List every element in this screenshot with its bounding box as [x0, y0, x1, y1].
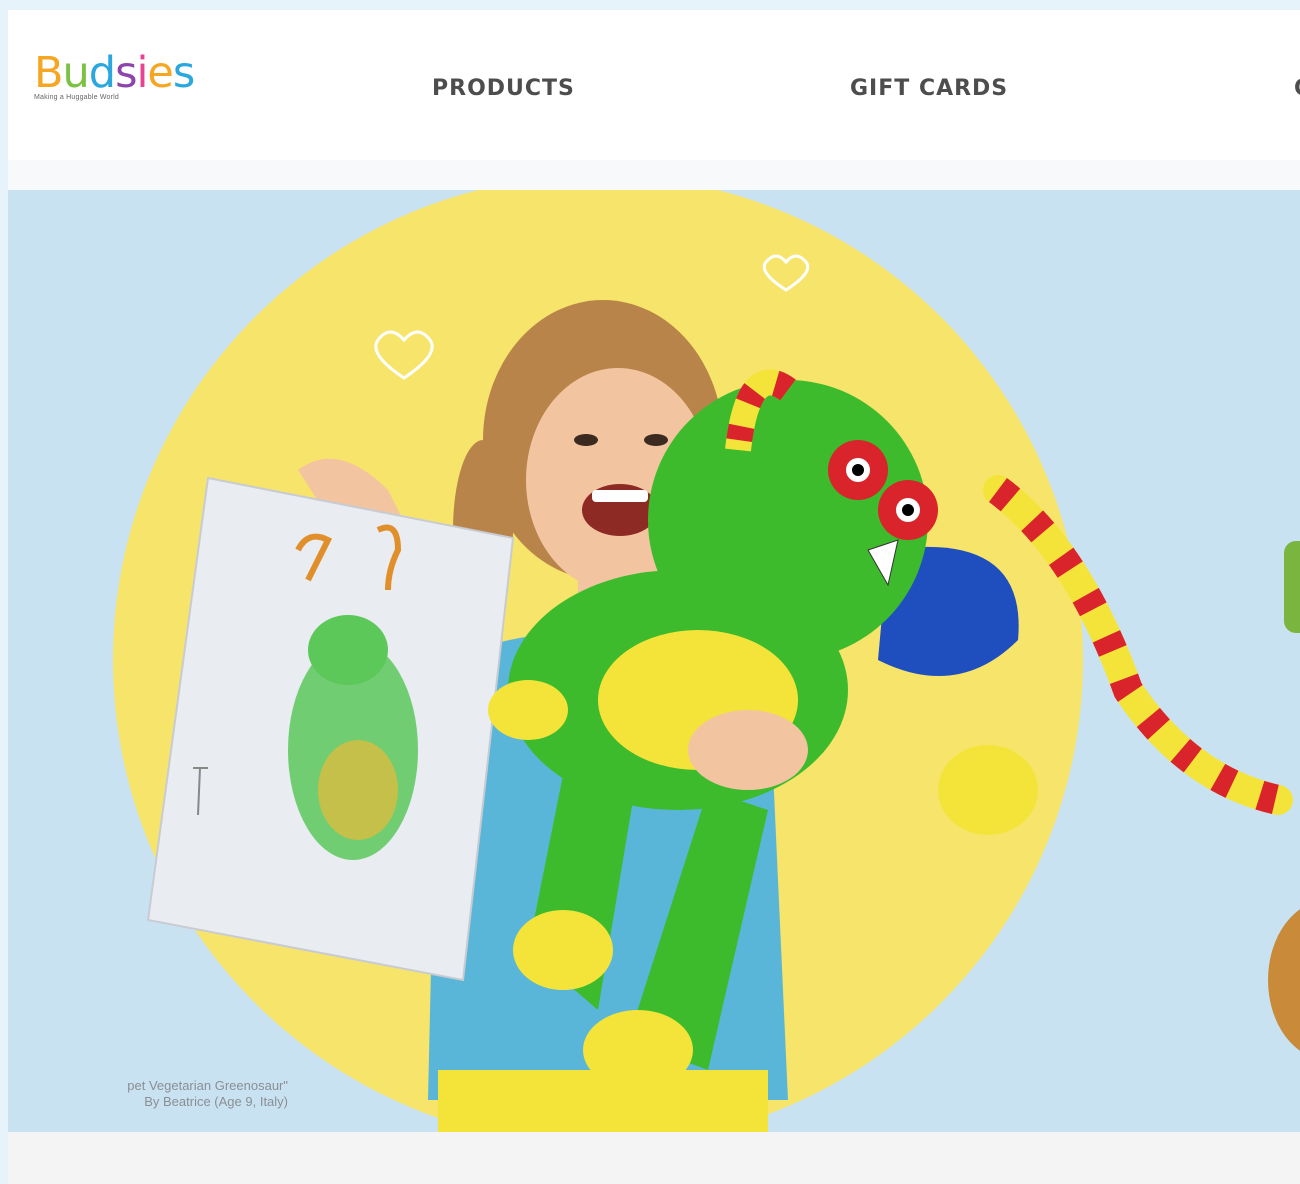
- nav-gift-cards[interactable]: GIFT CARDS: [850, 76, 1008, 101]
- girl-hand-right: [688, 710, 808, 790]
- caption-line-2: By Beatrice (Age 9, Italy): [144, 1094, 288, 1109]
- budsies-logo[interactable]: Budsies Making a Huggable World: [34, 50, 204, 120]
- header-divider: [8, 160, 1300, 190]
- caption-line-1: pet Vegetarian Greenosaur": [127, 1078, 288, 1093]
- logo-letter: s: [115, 48, 137, 98]
- child-drawing-paper: [146, 476, 515, 982]
- logo-letter: B: [34, 48, 63, 98]
- girl-eye-left: [574, 434, 598, 446]
- page: Budsies Making a Huggable World PRODUCTS…: [0, 0, 1300, 1184]
- logo-letter: d: [88, 48, 116, 98]
- top-strip: [0, 0, 1300, 10]
- nav-item-partial[interactable]: G: [1294, 76, 1300, 101]
- content-band: [8, 1132, 1300, 1184]
- logo-letter: i: [136, 48, 148, 98]
- plush-bear-partial: [1268, 909, 1300, 1051]
- left-edge: [0, 10, 8, 1184]
- nav-products[interactable]: PRODUCTS: [432, 76, 575, 101]
- girl-eye-right: [644, 434, 668, 446]
- hero-banner: pet Vegetarian Greenosaur" By Beatrice (…: [8, 190, 1300, 1132]
- hero-illustration: [113, 190, 1300, 1132]
- logo-wordmark: Budsies: [34, 50, 204, 96]
- logo-letter: s: [172, 48, 195, 98]
- logo-letter: e: [147, 48, 173, 98]
- logo-letter: u: [62, 48, 90, 98]
- girl-teeth: [592, 490, 648, 502]
- drawing-caption: pet Vegetarian Greenosaur" By Beatrice (…: [8, 1078, 288, 1110]
- hero-cta-button-partial[interactable]: [1284, 541, 1300, 633]
- site-header: Budsies Making a Huggable World PRODUCTS…: [8, 10, 1300, 160]
